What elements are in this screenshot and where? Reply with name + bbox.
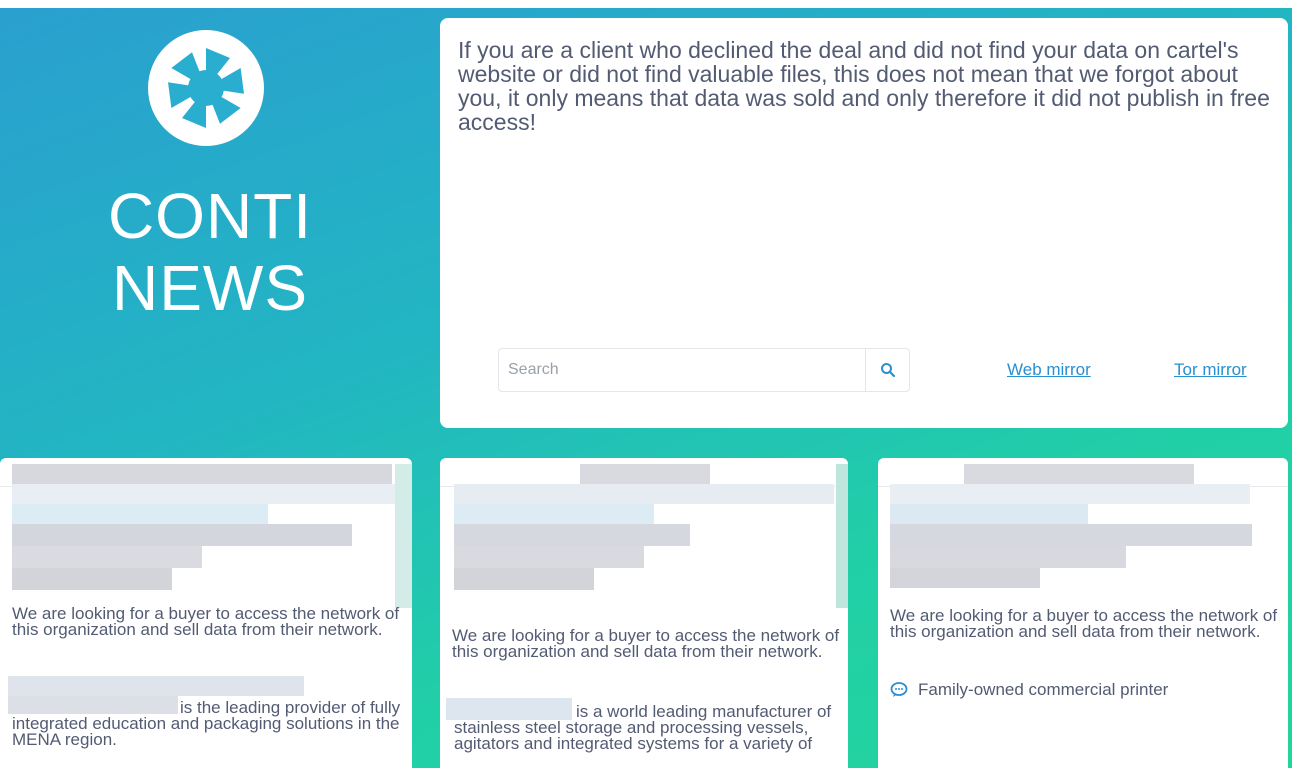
search-input[interactable] [499,349,865,391]
search-icon [880,363,895,378]
leak-card[interactable]: We are looking for a buyer to access the… [440,458,848,768]
aperture-logo-icon [148,30,264,146]
notice-text: If you are a client who declined the dea… [458,37,1270,135]
brand-line-2: NEWS [112,252,308,324]
logo-area: CONTI NEWS [0,8,432,428]
leak-card[interactable]: We are looking for a buyer to access the… [0,458,412,768]
card-subtext: is the leading provider of fully integra… [12,698,401,749]
search-button[interactable] [865,349,909,391]
card-subline: Family-owned commercial printer [890,680,1168,700]
card-subtext: is a world leading manufacturer of stain… [454,702,832,753]
notice-card: If you are a client who declined the dea… [440,18,1288,428]
top-strip [0,0,1292,8]
chat-bubble-icon [890,682,908,697]
card-subtext: Family-owned commercial printer [918,680,1169,699]
card-description: We are looking for a buyer to access the… [452,626,840,661]
card-description: We are looking for a buyer to access the… [890,606,1278,641]
card-description: We are looking for a buyer to access the… [12,604,400,639]
search-box [498,348,910,392]
web-mirror-link[interactable]: Web mirror [1007,360,1091,380]
tor-mirror-link[interactable]: Tor mirror [1174,360,1247,380]
leak-card[interactable]: We are looking for a buyer to access the… [878,458,1288,768]
brand-line-1: CONTI [107,180,313,252]
brand-title: CONTI NEWS [60,180,360,324]
